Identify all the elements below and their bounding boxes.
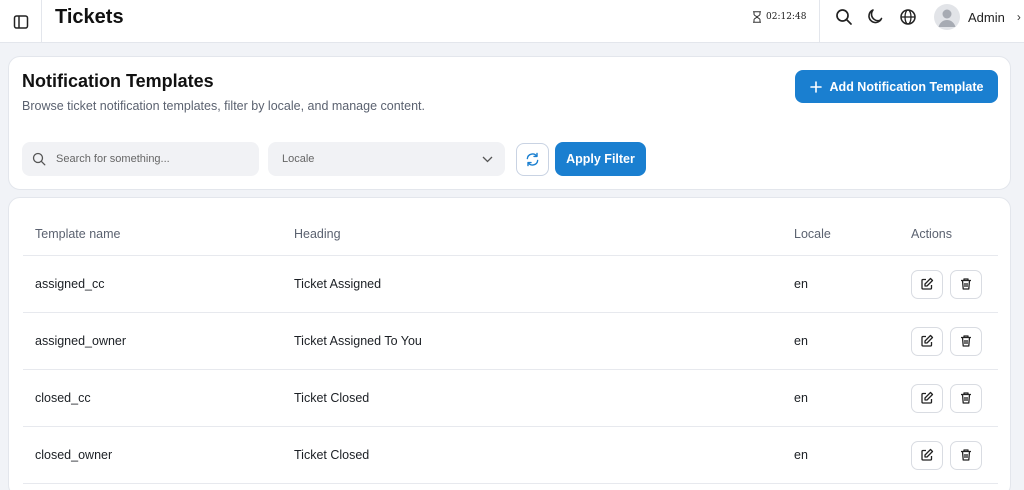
template-name: assigned_cc <box>35 277 105 291</box>
row-actions <box>911 256 989 312</box>
locale-placeholder: Locale <box>282 153 315 165</box>
template-name: closed_owner <box>35 448 113 462</box>
edit-icon <box>921 448 934 461</box>
column-header-heading: Heading <box>294 226 341 241</box>
template-heading: Ticket Closed <box>294 391 370 405</box>
search-button[interactable] <box>833 6 855 28</box>
trash-icon <box>961 449 971 461</box>
table-header: Template name Heading Locale Actions <box>23 212 998 256</box>
template-heading: Ticket Assigned <box>294 277 382 291</box>
template-name: closed_cc <box>35 391 91 405</box>
edit-button[interactable] <box>911 326 943 356</box>
edit-icon <box>921 334 934 347</box>
template-heading: Ticket Assigned To You <box>294 334 422 348</box>
refresh-icon <box>526 152 539 167</box>
section-title: Notification Templates <box>22 71 214 91</box>
moon-icon <box>868 9 883 24</box>
top-bar: Tickets 02:12:48 Admin › <box>0 0 1024 43</box>
search-icon <box>32 152 46 166</box>
language-button[interactable] <box>897 6 919 28</box>
add-button-label: Add Notification Template <box>829 79 984 94</box>
section-subtitle: Browse ticket notification templates, fi… <box>22 99 425 113</box>
column-header-template-name: Template name <box>35 226 121 241</box>
page-title: Tickets <box>55 6 124 28</box>
template-name: assigned_owner <box>35 334 127 348</box>
sidebar-toggle-button[interactable] <box>0 0 42 43</box>
refresh-button[interactable] <box>516 143 549 176</box>
avatar <box>934 4 960 30</box>
plus-icon <box>809 80 822 93</box>
search-icon <box>836 9 852 25</box>
row-actions <box>911 427 989 483</box>
delete-button[interactable] <box>950 269 982 299</box>
templates-table-card: Template name Heading Locale Actions ass… <box>8 197 1011 490</box>
row-actions <box>911 313 989 369</box>
template-locale: en <box>794 448 808 462</box>
table-row: assigned_cc Ticket Assigned en <box>23 256 998 313</box>
timer-value: 02:12:48 <box>766 12 807 22</box>
edit-button[interactable] <box>911 440 943 470</box>
hourglass-icon <box>753 11 761 23</box>
delete-button[interactable] <box>950 326 982 356</box>
template-locale: en <box>794 277 808 291</box>
sidebar-toggle-icon <box>13 14 28 29</box>
locale-select[interactable]: Locale <box>268 142 505 176</box>
globe-icon <box>900 9 916 25</box>
session-timer: 02:12:48 <box>752 11 806 23</box>
user-name: Admin <box>968 9 1005 25</box>
delete-button[interactable] <box>950 440 982 470</box>
table-row: assigned_owner Ticket Assigned To You en <box>23 313 998 370</box>
user-menu[interactable]: Admin › <box>934 4 1021 30</box>
user-icon <box>938 9 956 27</box>
edit-icon <box>921 277 934 290</box>
table-row: closed_owner Ticket Closed en <box>23 427 998 484</box>
filters-card: Notification Templates Browse ticket not… <box>8 56 1011 190</box>
search-field[interactable] <box>22 142 259 176</box>
topbar-divider <box>819 0 820 43</box>
column-header-actions: Actions <box>911 226 952 241</box>
apply-filter-button[interactable]: Apply Filter <box>555 142 646 176</box>
row-actions <box>911 370 989 426</box>
edit-button[interactable] <box>911 383 943 413</box>
trash-icon <box>961 392 971 404</box>
template-heading: Ticket Closed <box>294 448 370 462</box>
table-row: closed_cc Ticket Closed en <box>23 370 998 427</box>
template-locale: en <box>794 391 808 405</box>
edit-icon <box>921 391 934 404</box>
add-notification-template-button[interactable]: Add Notification Template <box>795 70 998 103</box>
search-input[interactable] <box>56 153 236 165</box>
chevron-down-icon <box>482 156 493 162</box>
trash-icon <box>961 278 971 290</box>
chevron-right-icon: › <box>1016 10 1021 24</box>
template-locale: en <box>794 334 808 348</box>
edit-button[interactable] <box>911 269 943 299</box>
column-header-locale: Locale <box>794 226 831 241</box>
templates-table: Template name Heading Locale Actions ass… <box>23 212 998 484</box>
delete-button[interactable] <box>950 383 982 413</box>
trash-icon <box>961 335 971 347</box>
theme-toggle-button[interactable] <box>864 6 886 28</box>
